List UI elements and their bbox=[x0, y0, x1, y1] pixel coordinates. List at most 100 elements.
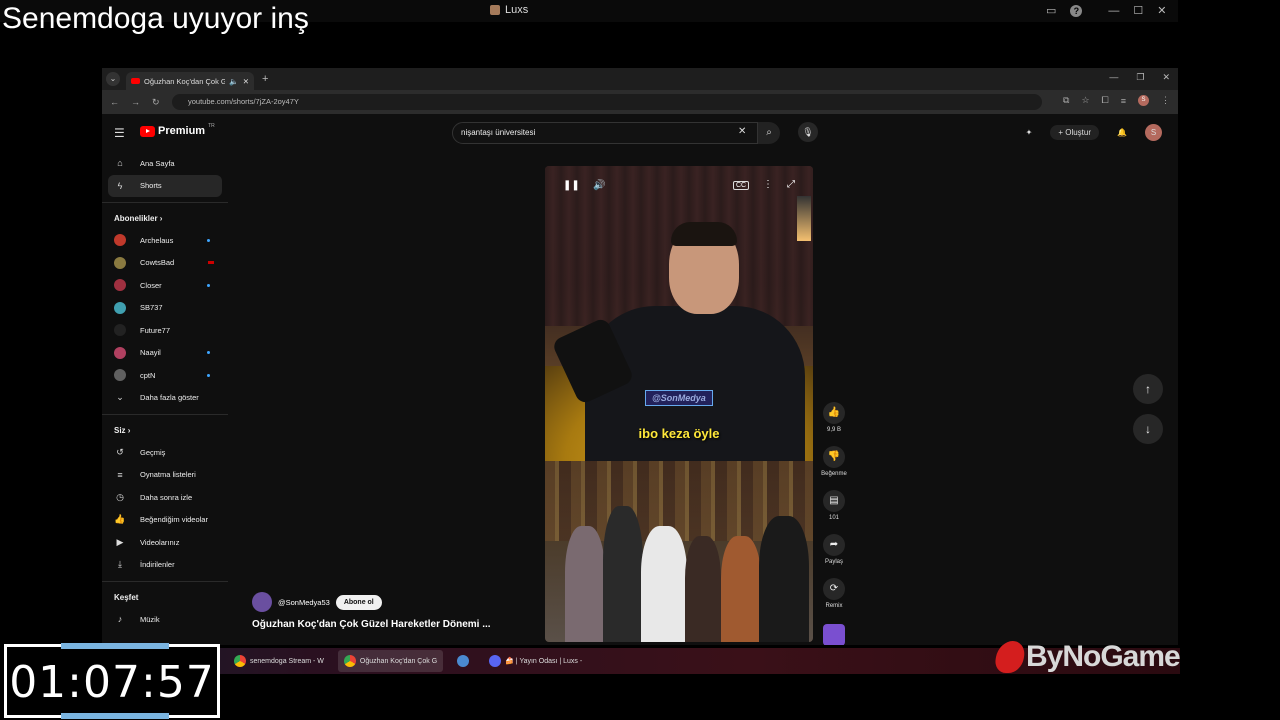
video-watermark: @SonMedya bbox=[645, 390, 713, 406]
sound-thumbnail[interactable] bbox=[823, 624, 845, 645]
you-heading[interactable]: Siz › bbox=[102, 421, 228, 441]
url-field[interactable]: youtube.com/shorts/7jZA-2oy47Y bbox=[172, 94, 1042, 110]
channel-avatar[interactable] bbox=[252, 592, 272, 612]
live-indicator-icon bbox=[208, 261, 214, 265]
taskbar-app[interactable]: senemdoga Stream - W bbox=[228, 650, 330, 672]
channel-avatar bbox=[114, 346, 126, 359]
account-avatar[interactable]: S bbox=[1145, 124, 1162, 141]
sidebar-channel[interactable]: Naayil bbox=[102, 342, 228, 365]
sidebar-item-playlists[interactable]: ≡ Oynatma listeleri bbox=[102, 464, 228, 487]
volume-icon[interactable]: 🔊 bbox=[593, 180, 605, 191]
maximize-icon[interactable]: ☐ bbox=[1133, 4, 1143, 17]
sidebar-item-shorts[interactable]: ϟ Shorts bbox=[108, 174, 222, 197]
sidebar-item-watch-later[interactable]: ◷ Daha sonra izle bbox=[102, 486, 228, 509]
back-icon[interactable]: ← bbox=[110, 97, 119, 107]
close-icon[interactable]: ✕ bbox=[1157, 4, 1166, 17]
create-button[interactable]: + Oluştur bbox=[1050, 125, 1100, 140]
previous-short-button[interactable]: ↑ bbox=[1133, 374, 1163, 404]
tab-close-icon[interactable]: ✕ bbox=[243, 77, 249, 86]
sidebar-channel[interactable]: Archelaus bbox=[102, 229, 228, 252]
channel-name: cptN bbox=[140, 370, 156, 380]
pause-icon[interactable]: ❚❚ bbox=[563, 180, 580, 191]
minimize-icon[interactable]: — bbox=[1109, 72, 1118, 83]
close-icon[interactable]: ✕ bbox=[1162, 72, 1170, 83]
next-short-button[interactable]: ↓ bbox=[1133, 414, 1163, 444]
subscribe-button[interactable]: Abone ol bbox=[335, 594, 382, 610]
channel-avatar bbox=[114, 234, 126, 247]
short-actions: 👍 9,9 B 👎 Beğenme ▤ 101 ➦ Paylaş ⟳ Remix bbox=[818, 402, 850, 645]
profile-avatar[interactable]: S bbox=[1138, 95, 1149, 106]
channel-avatar bbox=[114, 324, 126, 337]
address-bar: ← → ↻ youtube.com/shorts/7jZA-2oy47Y ⧉ ☆… bbox=[102, 90, 1178, 114]
comments-button[interactable]: ▤ bbox=[823, 490, 845, 512]
taskbar-app[interactable]: 🍰 | Yayın Odası | Luxs - bbox=[483, 650, 588, 672]
fullscreen-icon[interactable]: ⤢ bbox=[787, 179, 795, 190]
mic-icon: 🎙 bbox=[802, 127, 814, 137]
help-icon[interactable]: ? bbox=[1070, 4, 1083, 17]
sidebar-item-label: Müzik bbox=[140, 614, 160, 624]
sidebar-item-music[interactable]: ♪ Müzik bbox=[102, 608, 228, 631]
channel-name[interactable]: @SonMedya53 bbox=[278, 598, 330, 607]
clear-search-icon[interactable]: ✕ bbox=[738, 126, 746, 137]
taskbar-app[interactable] bbox=[451, 650, 475, 672]
tab-search-icon[interactable]: ⌄ bbox=[106, 72, 120, 86]
stream-timer: 01:07:57 bbox=[4, 643, 220, 719]
taskbar-app-label: Oğuzhan Koç'dan Çok G bbox=[359, 657, 438, 665]
channel-avatar bbox=[114, 279, 126, 292]
voice-search-button[interactable]: 🎙 bbox=[798, 122, 818, 142]
minimize-icon[interactable]: — bbox=[1108, 5, 1119, 17]
sidebar-item-your-videos[interactable]: ▶ Videolarınız bbox=[102, 531, 228, 554]
sidebar-item-downloads[interactable]: ⤓ İndirilenler bbox=[102, 554, 228, 577]
sidebar-channel[interactable]: CowtsBad bbox=[102, 252, 228, 275]
sidebar-channel[interactable]: cptN bbox=[102, 364, 228, 387]
channel-name: Future77 bbox=[140, 325, 171, 335]
sidebar-channel[interactable]: Future77 bbox=[102, 319, 228, 342]
cast-icon[interactable]: ▭ bbox=[1046, 4, 1056, 17]
youtube-logo[interactable]: Premium TR bbox=[140, 123, 215, 137]
reload-icon[interactable]: ↻ bbox=[152, 97, 160, 108]
divider bbox=[102, 414, 228, 415]
media-control-icon[interactable]: ≡ bbox=[1121, 96, 1126, 106]
forward-icon[interactable]: → bbox=[131, 97, 140, 107]
home-icon: ⌂ bbox=[117, 158, 123, 169]
notifications-bell-icon[interactable]: 🔔 bbox=[1117, 128, 1127, 137]
taskbar-app-label: senemdoga Stream - W bbox=[250, 657, 324, 665]
short-title[interactable]: Oğuzhan Koç'dan Çok Güzel Hareketler Dön… bbox=[252, 619, 512, 630]
browser-tab[interactable]: Oğuzhan Koç'dan Çok Güzel 🔈 ✕ bbox=[126, 72, 254, 90]
subscriptions-heading[interactable]: Abonelikler › bbox=[102, 209, 228, 229]
sidebar-item-history[interactable]: ↺ Geçmiş bbox=[102, 441, 228, 464]
search-input[interactable]: nişantaşı üniversitesi bbox=[452, 122, 758, 144]
history-icon: ↺ bbox=[116, 446, 124, 457]
extensions-icon[interactable]: ⧠ bbox=[1102, 95, 1109, 106]
like-button[interactable]: 👍 bbox=[823, 402, 845, 424]
gear-icon bbox=[457, 655, 470, 667]
captions-icon[interactable]: CC bbox=[733, 181, 750, 190]
shorts-icon: ϟ bbox=[117, 180, 123, 191]
dislike-button[interactable]: 👎 bbox=[823, 446, 845, 468]
video-person-hair bbox=[671, 222, 737, 246]
install-icon[interactable]: ⧉ bbox=[1063, 95, 1069, 106]
more-options-icon[interactable]: ⋮ bbox=[763, 179, 773, 190]
tab-bar: ⌄ Oğuzhan Koç'dan Çok Güzel 🔈 ✕ + — ❐ ✕ bbox=[102, 68, 1178, 90]
sidebar-item-home[interactable]: ⌂ Ana Sayfa bbox=[102, 152, 228, 175]
share-button[interactable]: ➦ bbox=[823, 534, 845, 556]
sidebar-channel[interactable]: SB737 bbox=[102, 297, 228, 320]
hamburger-menu-icon[interactable]: ☰ bbox=[114, 126, 125, 140]
taskbar-app[interactable]: Oğuzhan Koç'dan Çok G bbox=[337, 650, 444, 672]
sidebar-item-label: Beğendiğim videolar bbox=[140, 515, 208, 525]
restore-icon[interactable]: ❐ bbox=[1136, 72, 1144, 83]
brand-logo: ByNoGame bbox=[993, 640, 1181, 674]
speaker-icon[interactable]: 🔈 bbox=[229, 77, 238, 86]
sidebar-item-liked-videos[interactable]: 👍 Beğendiğim videolar bbox=[102, 509, 228, 532]
sidebar-channel[interactable]: Closer bbox=[102, 274, 228, 297]
browser-menu-icon[interactable]: ⋮ bbox=[1161, 95, 1170, 106]
short-video-player[interactable]: @SonMedya ibo keza öyle ❚❚ 🔊 CC ⋮ ⤢ bbox=[545, 166, 813, 642]
remix-button[interactable]: ⟳ bbox=[823, 578, 845, 600]
video-crowd-person bbox=[565, 526, 605, 642]
search-button[interactable]: ⌕ bbox=[758, 122, 780, 144]
bookmark-star-icon[interactable]: ☆ bbox=[1081, 95, 1089, 106]
show-more-button[interactable]: ⌄ Daha fazla göster bbox=[102, 387, 228, 410]
shorts-create-icon[interactable]: ✦ bbox=[1026, 128, 1033, 137]
new-tab-icon[interactable]: + bbox=[262, 73, 268, 85]
sidebar-item-label: Videolarınız bbox=[140, 537, 180, 547]
